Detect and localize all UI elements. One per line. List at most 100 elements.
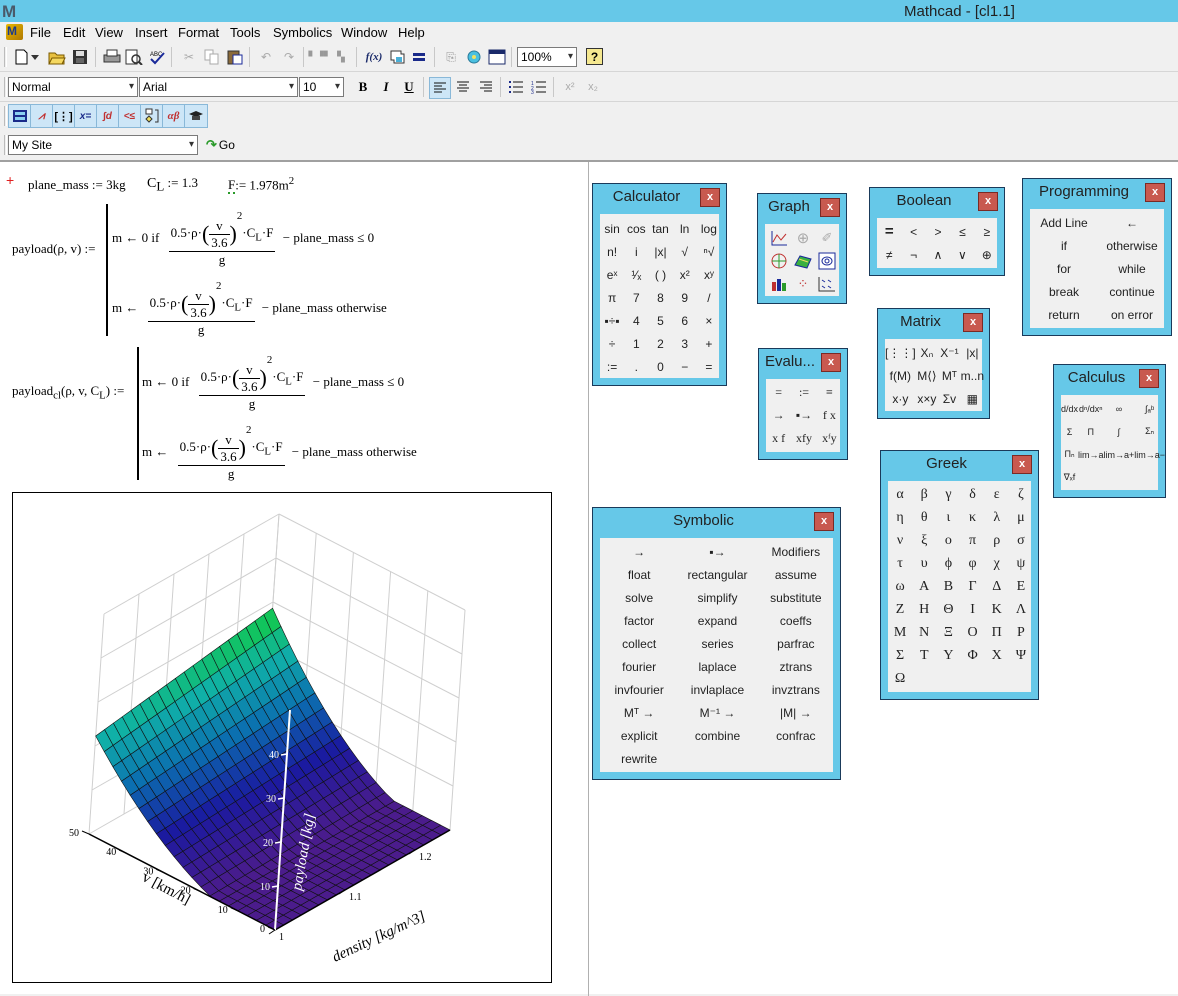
bold-button[interactable]: B xyxy=(354,78,372,96)
menu-help[interactable]: Help xyxy=(398,25,425,40)
close-button[interactable]: x xyxy=(821,353,841,372)
greek-button[interactable]: φ xyxy=(960,552,984,575)
greek-button[interactable]: ζ xyxy=(1009,483,1033,506)
payload-cl-row-1[interactable]: m ← 0 if 0.5·ρ·(v 3.6)2·CL·F g − plane_ma… xyxy=(142,354,404,412)
calculus-button[interactable]: lim→a xyxy=(1078,443,1104,466)
greek-button[interactable]: Π xyxy=(985,621,1009,644)
palette-title[interactable]: Evalu... xyxy=(759,353,821,370)
calculator-button[interactable]: − xyxy=(673,355,697,378)
toolbar-grip[interactable] xyxy=(4,77,7,97)
symbolic-button[interactable]: ▪→ xyxy=(678,540,756,563)
calculator-button[interactable]: 7 xyxy=(624,286,648,309)
menu-edit[interactable]: Edit xyxy=(63,25,85,40)
boolean-button[interactable]: > xyxy=(926,220,950,243)
greek-button[interactable]: ι xyxy=(936,506,960,529)
boolean-button[interactable]: ≠ xyxy=(877,243,901,266)
menu-format[interactable]: Format xyxy=(178,25,219,40)
symbolic-toolbar-icon[interactable] xyxy=(185,105,207,127)
palette-title[interactable]: Calculator xyxy=(593,188,700,205)
calculator-button[interactable]: 4 xyxy=(624,309,648,332)
greek-button[interactable]: ω xyxy=(888,575,912,598)
payload-cl-row-2[interactable]: m ← 0.5·ρ·(v 3.6)2·CL·F g − plane_mass ot… xyxy=(142,424,417,482)
new-dropdown-icon[interactable] xyxy=(30,48,40,66)
redo-icon[interactable]: ↷ xyxy=(280,48,298,66)
calculator-button[interactable]: sin xyxy=(600,217,624,240)
save-icon[interactable] xyxy=(71,48,89,66)
symbolic-button[interactable]: assume xyxy=(757,563,835,586)
close-button[interactable]: x xyxy=(1145,183,1165,202)
payload-row-1[interactable]: m ← 0 if 0.5·ρ·(v 3.6)2·CL·F g − plane_ma… xyxy=(112,210,374,268)
calculus-button[interactable]: d/dx xyxy=(1061,397,1078,420)
symbolic-button[interactable]: simplify xyxy=(678,586,756,609)
calculator-button[interactable]: π xyxy=(600,286,624,309)
greek-button[interactable]: Ξ xyxy=(936,621,960,644)
close-button[interactable]: x xyxy=(1139,369,1159,388)
calculator-button[interactable]: 8 xyxy=(648,286,672,309)
resources-icon[interactable] xyxy=(488,48,506,66)
f-definition[interactable]: F:= 1.978m2 xyxy=(228,175,294,195)
symbolic-button[interactable]: invlaplace xyxy=(678,678,756,701)
site-select[interactable]: My Site ▾ xyxy=(8,135,198,155)
calculator-button[interactable]: 2 xyxy=(648,332,672,355)
greek-button[interactable]: θ xyxy=(912,506,936,529)
matrix-button[interactable]: [⋮⋮] xyxy=(885,341,916,364)
evaluation-button[interactable]: xfy xyxy=(791,427,816,450)
align-down-icon[interactable]: ▚ xyxy=(332,48,350,66)
greek-button[interactable]: Ν xyxy=(912,621,936,644)
italic-button[interactable]: I xyxy=(377,78,395,96)
app-icon[interactable] xyxy=(6,24,23,40)
calculator-button[interactable]: 0 xyxy=(648,355,672,378)
menu-insert[interactable]: Insert xyxy=(135,25,168,40)
boolean-button[interactable]: ⊕ xyxy=(975,243,999,266)
evaluation-button[interactable]: f x xyxy=(817,404,842,427)
greek-button[interactable]: Τ xyxy=(912,644,936,667)
symbolic-button[interactable]: parfrac xyxy=(757,632,835,655)
calculus-button[interactable]: ∫ xyxy=(1104,420,1135,443)
calculator-button[interactable]: . xyxy=(624,355,648,378)
greek-button[interactable]: Ρ xyxy=(1009,621,1033,644)
greek-toolbar-icon[interactable]: αβ xyxy=(163,105,185,127)
calculus-button[interactable]: dⁿ/dxⁿ xyxy=(1078,397,1104,420)
programming-button[interactable]: on error xyxy=(1098,303,1166,326)
matrix-button[interactable]: f(M) xyxy=(885,364,916,387)
go-button[interactable]: ↷ Go xyxy=(206,137,235,153)
symbolic-button[interactable]: float xyxy=(600,563,678,586)
calculator-button[interactable]: ⁿ√ xyxy=(697,240,721,263)
evaluation-button[interactable]: = xyxy=(766,381,791,404)
superscript-icon[interactable]: x² xyxy=(561,78,579,96)
calculator-button[interactable]: 1 xyxy=(624,332,648,355)
greek-button[interactable]: Ι xyxy=(960,598,984,621)
close-button[interactable]: x xyxy=(820,198,840,217)
insert-hyperlink-icon[interactable]: ⎘ xyxy=(442,48,460,66)
spell-check-icon[interactable]: ABC xyxy=(148,48,166,66)
matrix-button[interactable]: x·y xyxy=(885,387,916,410)
greek-button[interactable]: π xyxy=(960,529,984,552)
evaluation-button[interactable]: := xyxy=(791,381,816,404)
boolean-button[interactable]: ∨ xyxy=(950,243,974,266)
close-button[interactable]: x xyxy=(978,192,998,211)
symbolic-button[interactable]: rewrite xyxy=(600,747,678,770)
calculus-button[interactable]: Π xyxy=(1078,420,1104,443)
symbolic-button[interactable]: collect xyxy=(600,632,678,655)
symbolic-button[interactable]: confrac xyxy=(757,724,835,747)
greek-button[interactable]: α xyxy=(888,483,912,506)
paste-icon[interactable] xyxy=(226,48,244,66)
menu-window[interactable]: Window xyxy=(341,25,387,40)
insert-unit-icon[interactable] xyxy=(388,48,406,66)
greek-button[interactable]: κ xyxy=(960,506,984,529)
symbolic-button[interactable]: series xyxy=(678,632,756,655)
undo-icon[interactable]: ↶ xyxy=(257,48,275,66)
insert-function-icon[interactable]: f(x) xyxy=(363,48,385,66)
calculator-button[interactable]: xʸ xyxy=(697,263,721,286)
surface-plot-icon[interactable]: ✐ xyxy=(815,226,839,249)
menu-file[interactable]: File xyxy=(30,25,51,40)
greek-button[interactable]: υ xyxy=(912,552,936,575)
calculus-button[interactable]: lim→a+ xyxy=(1104,443,1135,466)
programming-button[interactable]: Add Line xyxy=(1030,211,1098,234)
programming-button[interactable]: break xyxy=(1030,280,1098,303)
boolean-button[interactable]: ∧ xyxy=(926,243,950,266)
matrix-button[interactable]: Mᵀ xyxy=(938,364,961,387)
close-button[interactable]: x xyxy=(963,313,983,332)
evaluation-button[interactable]: → xyxy=(766,404,791,427)
bar-plot-icon[interactable] xyxy=(767,272,791,295)
